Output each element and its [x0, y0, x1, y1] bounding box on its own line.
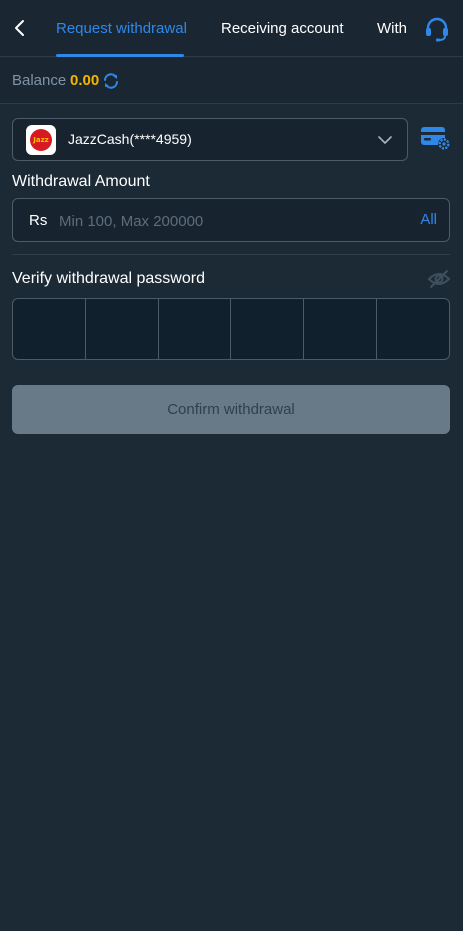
headset-icon: [426, 17, 448, 42]
balance-bar: Balance 0.00: [0, 58, 463, 104]
password-digit-1[interactable]: [13, 299, 86, 359]
chevron-down-icon: [378, 136, 392, 144]
password-code-input[interactable]: [12, 298, 450, 360]
amount-input[interactable]: [59, 207, 379, 235]
toggle-password-visibility[interactable]: [427, 268, 451, 290]
password-digit-4[interactable]: [231, 299, 305, 359]
verify-password-label: Verify withdrawal password: [12, 270, 205, 287]
password-digit-3[interactable]: [159, 299, 232, 359]
confirm-withdrawal-button[interactable]: Confirm withdrawal: [12, 385, 450, 434]
receiving-account-select[interactable]: Jazz JazzCash(****4959): [12, 118, 408, 161]
manage-accounts-button[interactable]: [420, 125, 452, 151]
active-tab-indicator: [56, 54, 184, 57]
tab-request-withdrawal[interactable]: Request withdrawal: [56, 0, 187, 57]
selected-account-label: JazzCash(****4959): [68, 131, 192, 147]
withdraw-all-button[interactable]: All: [420, 211, 437, 228]
password-digit-5[interactable]: [304, 299, 378, 359]
dropdown-toggle[interactable]: [377, 132, 393, 148]
tab-withdrawal-history[interactable]: With: [377, 0, 407, 57]
balance-label: Balance: [12, 72, 67, 89]
refresh-icon: [104, 73, 118, 89]
card-settings-icon: [421, 127, 450, 150]
jazzcash-logo: Jazz: [26, 125, 56, 155]
amount-field: Rs All: [12, 198, 450, 242]
currency-symbol: Rs: [29, 212, 48, 229]
tab-strip: Request withdrawal Receiving account Wit…: [40, 0, 407, 57]
section-divider: [12, 254, 450, 255]
customer-support-button[interactable]: [423, 15, 451, 43]
balance-value: 0.00: [70, 72, 100, 89]
tab-receiving-account[interactable]: Receiving account: [221, 0, 344, 57]
top-nav-bar: Request withdrawal Receiving account Wit…: [0, 0, 463, 57]
withdrawal-amount-label: Withdrawal Amount: [12, 173, 150, 190]
refresh-balance-button[interactable]: [102, 72, 120, 90]
eye-off-icon: [427, 270, 451, 288]
jazzcash-logo-mark: Jazz: [30, 129, 52, 151]
back-button[interactable]: [8, 14, 32, 42]
chevron-left-icon: [15, 20, 24, 36]
password-digit-2[interactable]: [86, 299, 159, 359]
password-digit-6[interactable]: [377, 299, 449, 359]
